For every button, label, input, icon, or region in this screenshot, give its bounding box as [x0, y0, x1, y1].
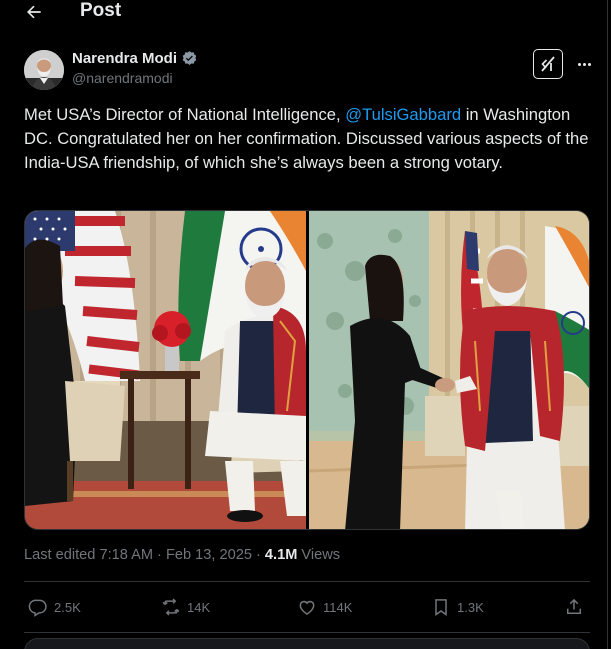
photo-right[interactable]: [308, 211, 590, 530]
edited-timestamp[interactable]: Last edited 7:18 AM · Feb 13, 2025 ·: [24, 547, 261, 563]
bookmark-button[interactable]: 1.3K: [431, 594, 484, 620]
divider: [24, 632, 590, 633]
views-label: Views: [301, 547, 341, 563]
author-name-row: Narendra Modi: [72, 50, 198, 67]
back-arrow-icon: [27, 5, 41, 19]
like-button[interactable]: 114K: [297, 594, 352, 620]
author-handle[interactable]: @narendramodi: [72, 70, 173, 86]
repost-icon: [162, 598, 180, 616]
post-author: Narendra Modi @narendramodi: [24, 48, 594, 92]
repost-count: 14K: [187, 599, 211, 615]
grok-icon: [541, 56, 555, 72]
post-media[interactable]: [24, 210, 590, 530]
author-name[interactable]: Narendra Modi: [72, 50, 177, 67]
more-icon: [577, 62, 581, 66]
divider: [24, 581, 590, 582]
mention-link[interactable]: @TulsiGabbard: [345, 105, 461, 124]
like-icon: [299, 600, 315, 615]
like-count: 114K: [323, 599, 353, 615]
post-text: Met USA’s Director of National Intellige…: [24, 103, 594, 175]
back-button[interactable]: [22, 0, 46, 24]
bookmark-icon: [435, 599, 447, 616]
post-text-part: Met USA’s Director of National Intellige…: [24, 105, 346, 124]
grok-button[interactable]: [533, 49, 563, 79]
more-options-button[interactable]: [572, 54, 596, 74]
reply-button[interactable]: 2.5K: [28, 594, 81, 620]
avatar[interactable]: [24, 50, 64, 90]
share-icon: [567, 598, 581, 614]
photo-left[interactable]: [25, 211, 306, 530]
post-meta: Last edited 7:18 AM · Feb 13, 2025 · 4.1…: [24, 547, 340, 563]
repost-button[interactable]: 14K: [161, 594, 210, 620]
views-count: 4.1M: [264, 547, 298, 563]
reply-count: 2.5K: [54, 599, 81, 615]
bookmark-count: 1.3K: [457, 599, 484, 615]
verified-badge-icon: [182, 51, 197, 65]
reply-icon: [28, 599, 47, 617]
reply-composer[interactable]: [24, 638, 590, 649]
post-actions: 2.5K 14K 114K 1.3K: [24, 594, 590, 620]
post-detail-column: Post Narendra Modi @narendramodi Met USA…: [0, 0, 608, 649]
post-header: Post: [0, 0, 608, 24]
page-title: Post: [80, 0, 122, 21]
share-button[interactable]: [564, 594, 584, 620]
